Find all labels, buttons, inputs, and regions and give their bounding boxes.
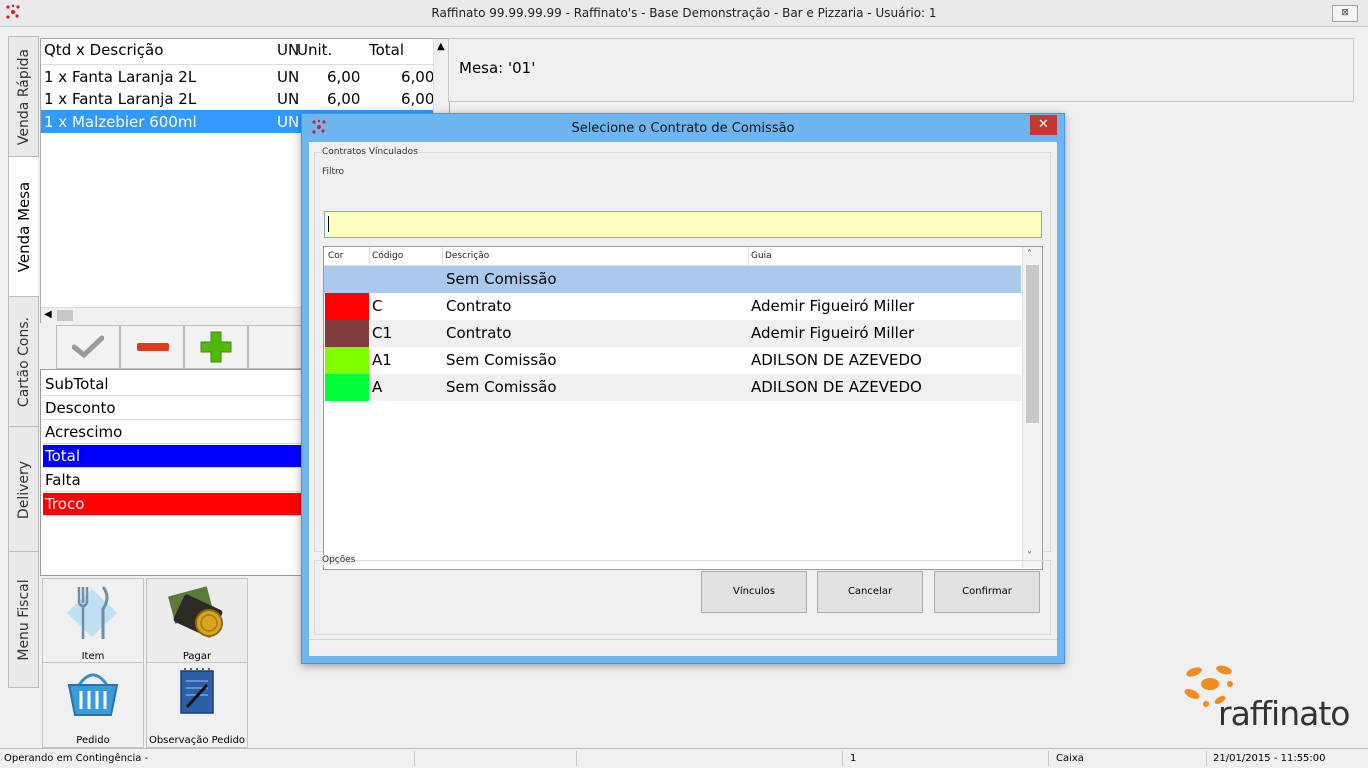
mesa-label: Mesa: '01': [459, 59, 536, 77]
table-row[interactable]: A Sem Comissão ADILSON DE AZEVEDO: [324, 374, 1021, 401]
observacao-pedido-tile-button[interactable]: Observação Pedido: [146, 662, 248, 748]
column-header-codigo[interactable]: Código: [372, 251, 403, 261]
filter-label: Filtro: [322, 167, 345, 177]
subtotal-row: SubTotal: [43, 373, 301, 396]
column-header-un[interactable]: UN: [277, 41, 299, 59]
status-message: Operando em Contingência -: [4, 753, 149, 764]
plus-icon: [200, 331, 232, 363]
notepad-icon: [180, 668, 214, 714]
acrescimo-row: Acrescimo: [43, 421, 301, 444]
dialog-body: Contratos Vínculados Filtro Cor Código D…: [309, 142, 1057, 656]
totals-panel: SubTotal Desconto Acrescimo Total Falta …: [40, 369, 304, 576]
brand-name: raffinato: [1218, 694, 1350, 733]
dialog-close-button[interactable]: ✕: [1030, 115, 1057, 135]
title-bar: Raffinato 99.99.99.99 - Raffinato's - Ba…: [0, 0, 1368, 27]
column-header-guia[interactable]: Guia: [751, 251, 772, 261]
table-row[interactable]: 1 x Fanta Laranja 2L UN 6,00 6,00: [41, 64, 434, 88]
wallet-coin-icon: [168, 586, 223, 638]
color-swatch: [325, 347, 369, 374]
table-row[interactable]: 1 x Fanta Laranja 2L UN 6,00 6,00: [41, 87, 434, 110]
scroll-up-icon[interactable]: ▲: [437, 41, 445, 52]
dialog-title: Selecione o Contrato de Comissão: [571, 121, 795, 136]
cutlery-icon: [67, 586, 117, 639]
desconto-row: Desconto: [43, 397, 301, 420]
window-title: Raffinato 99.99.99.99 - Raffinato's - Ba…: [431, 6, 937, 20]
close-window-button[interactable]: ⊠: [1332, 5, 1358, 22]
tab-cartao-cons[interactable]: Cartão Cons.: [8, 296, 39, 428]
status-terminal: 1: [850, 753, 857, 764]
mesa-panel: Mesa: '01': [448, 38, 1354, 102]
color-swatch: [325, 320, 369, 347]
vinculos-button[interactable]: Vínculos: [701, 571, 807, 613]
troco-row: Troco: [43, 493, 301, 516]
total-row: Total: [43, 445, 301, 468]
brand-logo: raffinato: [1180, 660, 1350, 735]
status-bar: Operando em Contingência - 1 Caixa 21/01…: [0, 748, 1368, 768]
pedido-tile-button[interactable]: Pedido: [42, 662, 144, 748]
table-row-selected[interactable]: Sem Comissão: [324, 266, 1021, 293]
scroll-left-icon[interactable]: ◀: [44, 309, 52, 320]
check-icon: [72, 335, 104, 359]
contracts-group-label: Contratos Vínculados: [322, 147, 418, 157]
basket-icon: [67, 673, 119, 716]
contract-dialog: Selecione o Contrato de Comissão ✕ Contr…: [301, 113, 1065, 664]
column-header-descricao[interactable]: Descrição: [445, 251, 489, 261]
confirm-item-button[interactable]: [56, 325, 120, 369]
column-header-description[interactable]: Qtd x Descrição: [44, 41, 163, 59]
scroll-thumb[interactable]: [1026, 265, 1039, 423]
tab-delivery[interactable]: Delivery: [8, 426, 39, 553]
side-tabs: Venda Rápida Venda Mesa Cartão Cons. Del…: [8, 36, 39, 736]
color-swatch: [325, 266, 369, 293]
status-datetime: 21/01/2015 - 11:55:00: [1213, 753, 1326, 764]
minus-icon: [137, 343, 169, 351]
column-header-unit[interactable]: Unit.: [297, 41, 332, 59]
confirm-button[interactable]: Confirmar: [934, 571, 1040, 613]
remove-item-button[interactable]: [120, 325, 184, 369]
table-row[interactable]: C1 Contrato Ademir Figueiró Miller: [324, 320, 1021, 347]
tab-venda-rapida[interactable]: Venda Rápida: [8, 36, 39, 158]
pagar-tile-button[interactable]: Pagar: [146, 578, 248, 664]
status-role: Caixa: [1056, 753, 1084, 764]
vertical-scrollbar[interactable]: ˄ ˅: [1022, 247, 1042, 568]
text-cursor: [328, 216, 329, 232]
table-row[interactable]: C Contrato Ademir Figueiró Miller: [324, 293, 1021, 320]
options-group-label: Opções: [322, 555, 356, 565]
scroll-thumb[interactable]: [57, 310, 73, 321]
filter-input[interactable]: [324, 211, 1042, 238]
cancel-button[interactable]: Cancelar: [817, 571, 923, 613]
scroll-up-icon[interactable]: ˄: [1027, 249, 1032, 260]
add-item-button[interactable]: [184, 325, 248, 369]
contracts-grid[interactable]: Cor Código Descrição Guia Sem Comissão C…: [323, 246, 1043, 570]
falta-row: Falta: [43, 469, 301, 492]
column-header-total[interactable]: Total: [369, 41, 404, 59]
color-swatch: [325, 374, 369, 401]
column-header-cor[interactable]: Cor: [328, 251, 344, 261]
table-row[interactable]: A1 Sem Comissão ADILSON DE AZEVEDO: [324, 347, 1021, 374]
tab-venda-mesa[interactable]: Venda Mesa: [8, 156, 38, 298]
item-tile-button[interactable]: Item: [42, 578, 144, 664]
tab-menu-fiscal[interactable]: Menu Fiscal: [8, 551, 39, 688]
color-swatch: [325, 293, 369, 320]
